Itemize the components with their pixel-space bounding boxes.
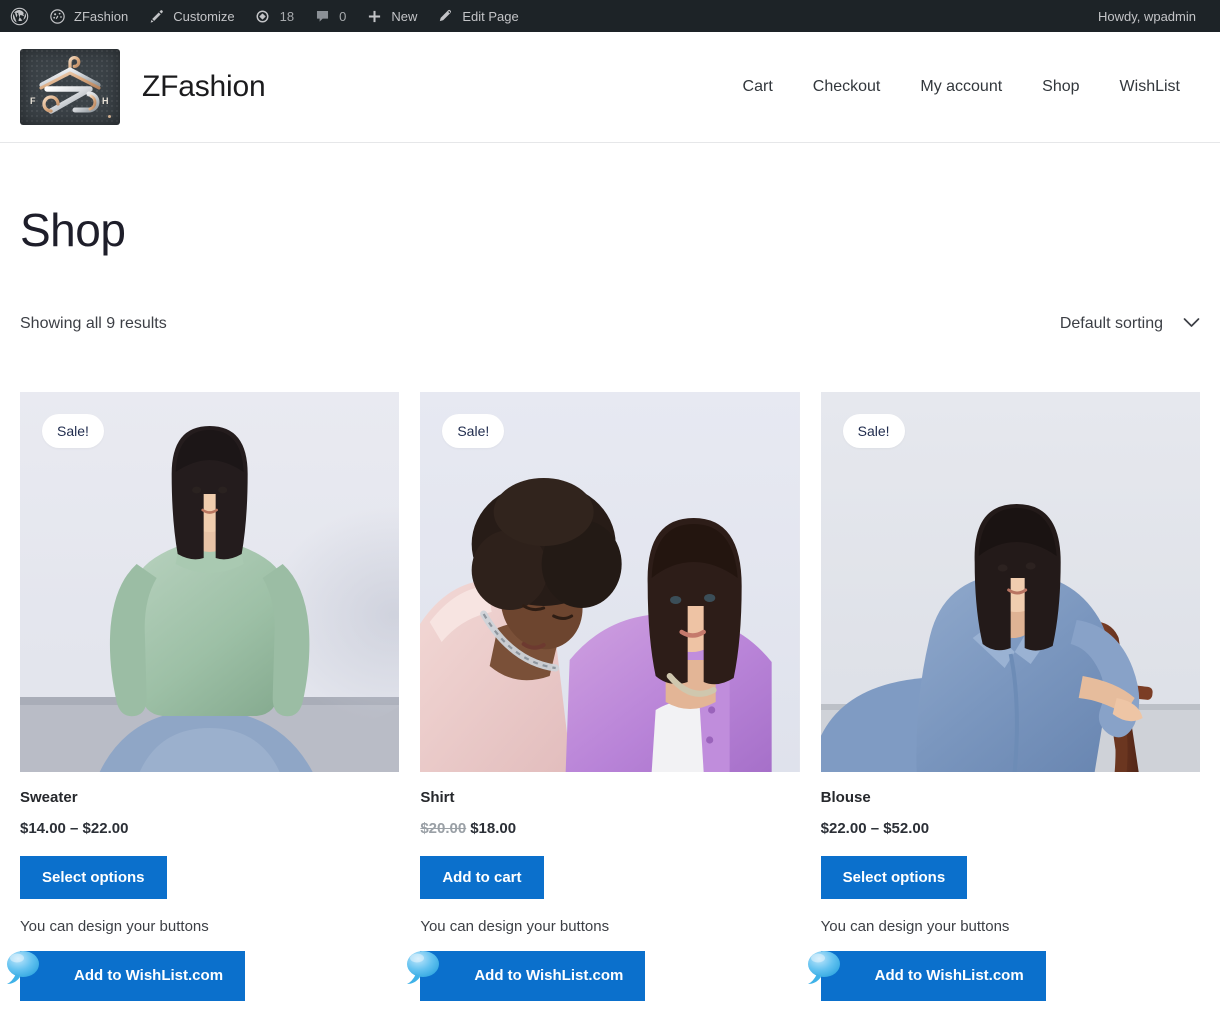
sale-badge: Sale! <box>842 414 905 449</box>
wordpress-icon <box>9 6 29 26</box>
admin-bar-customize-label: Customize <box>173 9 235 24</box>
plus-icon <box>364 6 384 26</box>
product-price-sale: $18.00 <box>470 819 517 837</box>
admin-bar-right-group: Howdy, wpadmin <box>1098 9 1220 24</box>
product-card[interactable]: Sale! Blouse $22.00 – $52.00 Select opti… <box>807 392 1200 1001</box>
design-note: You can design your buttons <box>20 917 209 935</box>
primary-navigation: Cart Checkout My account Shop WishList <box>723 70 1200 104</box>
wishlist-row: Add to WishList.com <box>407 950 799 1001</box>
nav-item-my-account[interactable]: My account <box>900 70 1022 104</box>
add-to-wishlist-label: Add to WishList.com <box>474 967 624 985</box>
product-card[interactable]: Sale! Shirt $20.00 $18.00 Add to cart You… <box>407 392 800 1001</box>
admin-bar-comments-count: 0 <box>339 8 347 24</box>
admin-bar-edit-page-label: Edit Page <box>462 9 519 24</box>
chevron-down-icon <box>1183 315 1200 333</box>
nav-item-cart[interactable]: Cart <box>723 70 793 104</box>
admin-bar-new-content[interactable]: New <box>355 0 426 32</box>
logo-letter-f: F <box>30 96 36 106</box>
product-action-button[interactable]: Add to cart <box>420 855 544 899</box>
product-action-button[interactable]: Select options <box>820 855 968 899</box>
site-title: ZFashion <box>142 70 266 103</box>
admin-bar-edit-page[interactable]: Edit Page <box>426 0 527 32</box>
add-to-wishlist-label: Add to WishList.com <box>874 967 1024 985</box>
admin-bar-new-label: New <box>391 9 418 24</box>
product-title[interactable]: Shirt <box>420 789 799 807</box>
wp-admin-bar: ZFashion Customize 18 0 New Edit Page Ho… <box>0 0 1220 32</box>
zfashion-hanger-logo-icon: F H <box>20 49 120 125</box>
page-title: Shop <box>20 204 126 256</box>
logo-letter-h: H <box>102 96 109 106</box>
sale-badge: Sale! <box>442 414 505 449</box>
site-dashboard-icon <box>47 6 67 26</box>
product-title[interactable]: Blouse <box>821 789 1200 807</box>
product-price-range: $22.00 – $52.00 <box>820 819 930 837</box>
admin-bar-howdy[interactable]: Howdy, wpadmin <box>1098 9 1202 24</box>
add-to-wishlist-label: Add to WishList.com <box>74 967 224 985</box>
admin-bar-site-name[interactable]: ZFashion <box>38 0 137 32</box>
add-to-wishlist-button[interactable]: Add to WishList.com <box>820 950 1046 1001</box>
admin-bar-customize[interactable]: Customize <box>137 0 243 32</box>
product-title[interactable]: Sweater <box>20 789 399 807</box>
admin-bar-site-name-label: ZFashion <box>74 9 129 24</box>
admin-bar-comments[interactable]: 0 <box>303 0 355 32</box>
admin-bar-updates[interactable]: 18 <box>244 0 303 32</box>
product-price-range: $14.00 – $22.00 <box>20 819 129 837</box>
admin-bar-updates-count: 18 <box>279 8 295 24</box>
product-price: $14.00 – $22.00 <box>20 820 399 838</box>
customize-brush-icon <box>146 6 166 26</box>
admin-bar-wordpress-logo[interactable] <box>0 0 38 32</box>
shop-toolbar: Showing all 9 results Default sorting <box>20 309 1200 339</box>
product-image[interactable] <box>420 392 800 773</box>
design-note: You can design your buttons <box>820 917 1010 935</box>
wishlist-row: Add to WishList.com <box>7 950 399 1001</box>
product-price: $22.00 – $52.00 <box>821 820 1200 838</box>
product-action-button[interactable]: Select options <box>20 855 167 899</box>
product-image[interactable] <box>20 392 400 773</box>
site-branding[interactable]: F H ZFashion <box>20 49 266 125</box>
sale-badge: Sale! <box>42 414 104 449</box>
updates-icon <box>253 6 273 26</box>
wishlist-row: Add to WishList.com <box>807 950 1200 1001</box>
logo-registered-dot <box>108 115 111 118</box>
edit-pencil-icon <box>435 6 455 26</box>
ordering-selected-value: Default sorting <box>1059 315 1163 333</box>
admin-bar-left-group: ZFashion Customize 18 0 New Edit Page <box>0 0 528 32</box>
product-grid: Sale! Sweater $14.00 – $22.00 Select opt… <box>7 392 1200 1001</box>
product-image[interactable] <box>820 392 1200 773</box>
site-header: F H ZFashion Cart Checkout My account Sh… <box>0 32 1220 143</box>
nav-item-shop[interactable]: Shop <box>1022 70 1099 104</box>
main-content: Shop Showing all 9 results Default sorti… <box>0 206 1220 1001</box>
nav-item-checkout[interactable]: Checkout <box>793 70 901 104</box>
design-note: You can design your buttons <box>420 917 610 935</box>
product-price: $20.00 $18.00 <box>420 820 799 838</box>
nav-item-wishlist[interactable]: WishList <box>1100 70 1200 104</box>
product-price-regular: $20.00 <box>420 819 467 837</box>
product-card[interactable]: Sale! Sweater $14.00 – $22.00 Select opt… <box>7 392 400 1001</box>
ordering-select[interactable]: Default sorting <box>1060 315 1200 333</box>
add-to-wishlist-button[interactable]: Add to WishList.com <box>420 950 646 1001</box>
result-count: Showing all 9 results <box>20 315 167 333</box>
add-to-wishlist-button[interactable]: Add to WishList.com <box>20 950 246 1001</box>
comments-icon <box>312 6 332 26</box>
